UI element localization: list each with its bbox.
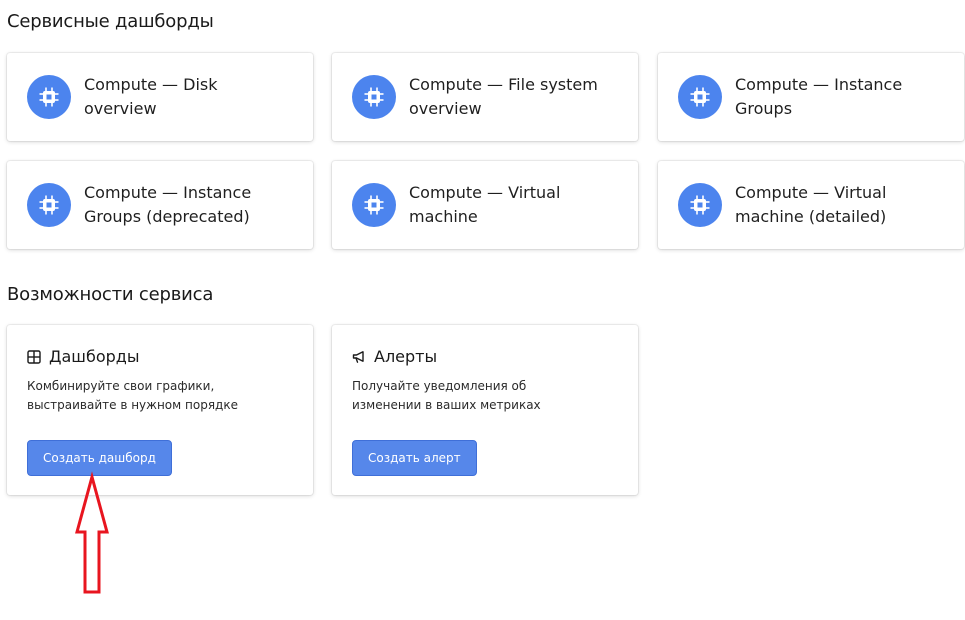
dashboard-card-virtual-machine[interactable]: Compute — Virtual machine <box>332 161 638 249</box>
feature-description: Получайте уведомления об изменении в ваш… <box>352 379 541 412</box>
dashboard-card-label: Compute — Virtual machine <box>409 183 561 226</box>
dashboard-card-label: Compute — Disk overview <box>84 75 218 118</box>
feature-card-dashboards: Дашборды Комбинируйте свои графики, выст… <box>7 325 313 495</box>
feature-card-alerts: Алерты Получайте уведомления об изменени… <box>332 325 638 495</box>
dashboard-card-disk-overview[interactable]: Compute — Disk overview <box>7 53 313 141</box>
dashboard-card-label: Compute — Instance Groups <box>735 75 903 118</box>
dashboard-card-file-system-overview[interactable]: Compute — File system overview <box>332 53 638 141</box>
grid-icon <box>27 349 43 365</box>
create-dashboard-button[interactable]: Создать дашборд <box>27 440 172 476</box>
cpu-chip-icon <box>352 75 396 119</box>
dashboard-card-virtual-machine-detailed[interactable]: Compute — Virtual machine (detailed) <box>658 161 964 249</box>
dashboard-card-instance-groups[interactable]: Compute — Instance Groups <box>658 53 964 141</box>
service-dashboards-title: Сервисные дашборды <box>7 11 214 32</box>
cpu-chip-icon <box>27 183 71 227</box>
create-alert-button[interactable]: Создать алерт <box>352 440 477 476</box>
dashboard-card-instance-groups-deprecated[interactable]: Compute — Instance Groups (deprecated) <box>7 161 313 249</box>
cpu-chip-icon <box>678 75 722 119</box>
feature-title: Алерты <box>374 347 438 366</box>
service-features-title: Возможности сервиса <box>7 284 214 305</box>
cpu-chip-icon <box>352 183 396 227</box>
cpu-chip-icon <box>27 75 71 119</box>
megaphone-icon <box>352 349 368 365</box>
feature-title: Дашборды <box>49 347 140 366</box>
cpu-chip-icon <box>678 183 722 227</box>
dashboard-card-label: Compute — Instance Groups (deprecated) <box>84 183 252 226</box>
dashboard-card-label: Compute — Virtual machine (detailed) <box>735 183 887 226</box>
feature-description: Комбинируйте свои графики, выстраивайте … <box>27 379 238 412</box>
dashboard-card-label: Compute — File system overview <box>409 75 598 118</box>
